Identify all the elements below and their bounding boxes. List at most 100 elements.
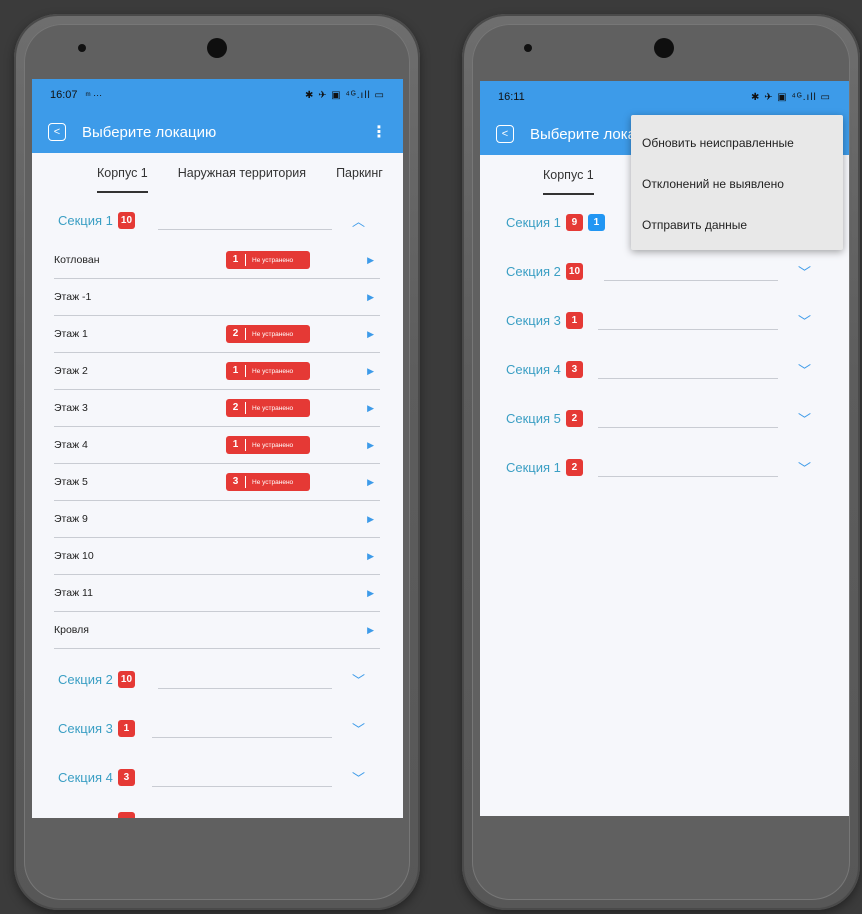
status-count: 2 xyxy=(226,328,246,340)
list-item[interactable]: Кровля ▶ xyxy=(54,612,380,649)
section-label: Секция 1 xyxy=(506,214,561,230)
section-label: Секция 4 xyxy=(506,361,561,377)
list-item-label: Этаж 3 xyxy=(54,402,88,414)
menu-item-no-deviations[interactable]: Отклонений не выявлено xyxy=(631,163,843,204)
list-item[interactable]: Этаж 9 ▶ xyxy=(54,501,380,538)
section-count-badge: 2 xyxy=(565,409,583,427)
list-item[interactable]: Этаж 2 1 Не устранено ▶ xyxy=(54,353,380,390)
arrow-right-icon: ▶ xyxy=(367,254,374,265)
section-header[interactable]: Секция 4 3 ﹀ xyxy=(32,758,403,796)
chevron-down-icon[interactable]: ﹀ xyxy=(352,670,365,689)
section-divider xyxy=(152,786,332,787)
status-text: Не устранено xyxy=(252,367,294,375)
section-divider xyxy=(158,229,332,230)
tab-korpus-1[interactable]: Корпус 1 xyxy=(528,155,609,195)
chevron-down-icon[interactable]: ﹀ xyxy=(798,409,811,428)
section-label: Секция 2 xyxy=(58,671,113,687)
status-text: Не устранено xyxy=(252,478,294,486)
page-title: Выберите локацию xyxy=(82,123,217,141)
list-item-label: Этаж 2 xyxy=(54,365,88,377)
tab-outdoor[interactable]: Наружная территория xyxy=(163,153,321,193)
list-item[interactable]: Этаж 10 ▶ xyxy=(54,538,380,575)
status-count: 3 xyxy=(226,476,246,488)
back-icon[interactable]: < xyxy=(48,123,66,141)
left-phone-sensor xyxy=(78,44,86,52)
section-header[interactable]: Секция 5 2 ﹀ xyxy=(480,399,849,437)
section-label: Секция 3 xyxy=(506,312,561,328)
section-header[interactable]: Секция 1 10 ︿ xyxy=(32,201,403,239)
arrow-right-icon: ▶ xyxy=(367,365,374,376)
section-label: Секция 3 xyxy=(58,720,113,736)
section-header[interactable]: Секция 3 1 ﹀ xyxy=(480,301,849,339)
list-item[interactable]: Этаж 11 ▶ xyxy=(54,575,380,612)
section-divider xyxy=(158,688,332,689)
chevron-up-icon[interactable]: ︿ xyxy=(352,211,365,230)
tab-parking[interactable]: Паркинг xyxy=(321,153,398,193)
status-text: Не устранено xyxy=(252,256,294,264)
back-icon[interactable]: < xyxy=(496,125,514,143)
section-divider xyxy=(598,329,778,330)
section-count-badge: 3 xyxy=(565,360,583,378)
section-label: Секция 5 xyxy=(506,410,561,426)
section-divider xyxy=(152,737,332,738)
status-bar: 16:07 ᵐ ··· ✱ ✈ ▣ ⁴ᴳ.ıll ▭ xyxy=(32,79,403,111)
section-count-badge: 3 xyxy=(117,768,135,786)
status-badge: 1 Не устранено xyxy=(226,362,310,380)
status-badge: 1 Не устранено xyxy=(226,251,310,269)
left-phone-camera xyxy=(207,38,227,58)
chevron-down-icon[interactable]: ﹀ xyxy=(798,458,811,477)
arrow-right-icon: ▶ xyxy=(367,402,374,413)
status-badge: 3 Не устранено xyxy=(226,473,310,491)
section-count-badge: 10 xyxy=(565,262,584,280)
list-item[interactable]: Этаж 1 2 Не устранено ▶ xyxy=(54,316,380,353)
arrow-right-icon: ▶ xyxy=(367,513,374,524)
chevron-down-icon[interactable]: ﹀ xyxy=(798,311,811,330)
tab-korpus-1[interactable]: Корпус 1 xyxy=(82,153,163,193)
section-divider xyxy=(598,427,778,428)
chevron-down-icon[interactable]: ﹀ xyxy=(352,768,365,787)
status-badge: 1 Не устранено xyxy=(226,436,310,454)
list-item[interactable]: Этаж 4 1 Не устранено ▶ xyxy=(54,427,380,464)
status-icons: ✱ ✈ ▣ ⁴ᴳ.ıll ▭ xyxy=(304,89,385,101)
list-item[interactable]: Этаж 5 3 Не устранено ▶ xyxy=(54,464,380,501)
status-badge: 2 Не устранено xyxy=(226,325,310,343)
right-phone-sensor xyxy=(524,44,532,52)
list-item-label: Котлован xyxy=(54,254,100,266)
chevron-down-icon[interactable]: ﹀ xyxy=(352,719,365,738)
chevron-down-icon[interactable]: ﹀ xyxy=(798,360,811,379)
page-title: Выберите лока xyxy=(530,125,636,143)
status-text: Не устранено xyxy=(252,330,294,338)
section-header[interactable]: Секция 3 1 ﹀ xyxy=(32,709,403,747)
status-bar: 16:11 ✱ ✈ ▣ ⁴ᴳ.ıll ▭ xyxy=(480,81,849,113)
right-phone-camera xyxy=(654,38,674,58)
section-count-badge: 10 xyxy=(117,211,136,229)
kebab-menu-icon[interactable]: ⋮ xyxy=(371,122,387,142)
status-time: 16:07 xyxy=(50,89,78,101)
arrow-right-icon: ▶ xyxy=(367,587,374,598)
section-header[interactable]: Секция 2 10 ﹀ xyxy=(32,660,403,698)
status-count: 1 xyxy=(226,254,246,266)
list-item-label: Этаж 9 xyxy=(54,513,88,525)
menu-item-send-data[interactable]: Отправить данные xyxy=(631,204,843,245)
list-item-label: Этаж 11 xyxy=(54,587,93,599)
status-count: 2 xyxy=(226,402,246,414)
list-item-label: Этаж -1 xyxy=(54,291,92,303)
overflow-menu: Обновить неисправленные Отклонений не вы… xyxy=(631,115,843,250)
status-count: 1 xyxy=(226,439,246,451)
section-divider xyxy=(598,378,778,379)
list-item-label: Кровля xyxy=(54,624,89,636)
status-notifications: ᵐ ··· xyxy=(85,90,103,100)
menu-item-refresh-unfixed[interactable]: Обновить неисправленные xyxy=(631,122,843,163)
chevron-down-icon[interactable]: ﹀ xyxy=(798,262,811,281)
status-badge: 2 Не устранено xyxy=(226,399,310,417)
section-header[interactable]: Секция 1 2 ﹀ xyxy=(480,448,849,486)
section-count-badge-blue: 1 xyxy=(587,213,605,231)
list-item[interactable]: Этаж -1 ▶ xyxy=(54,279,380,316)
status-time: 16:11 xyxy=(498,91,525,103)
arrow-right-icon: ▶ xyxy=(367,624,374,635)
section-header[interactable]: Секция 2 10 ﹀ xyxy=(480,252,849,290)
status-icons: ✱ ✈ ▣ ⁴ᴳ.ıll ▭ xyxy=(750,91,831,103)
list-item[interactable]: Котлован 1 Не устранено ▶ xyxy=(54,242,380,279)
list-item[interactable]: Этаж 3 2 Не устранено ▶ xyxy=(54,390,380,427)
section-header[interactable]: Секция 4 3 ﹀ xyxy=(480,350,849,388)
